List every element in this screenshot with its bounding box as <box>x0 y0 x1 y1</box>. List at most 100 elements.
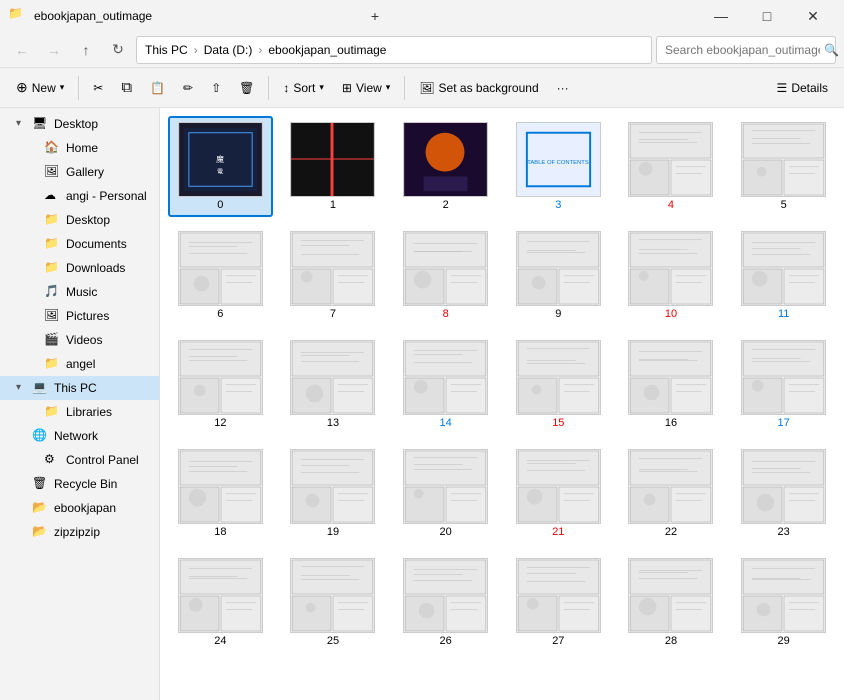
address-segment-datad: Data (D:) <box>204 43 253 57</box>
view-button[interactable]: ⊞ View ▾ <box>334 72 398 104</box>
thumbnail-item[interactable]: 24 <box>168 552 273 653</box>
thumbnail-item[interactable]: 9 <box>506 225 611 326</box>
cut-button[interactable]: ✂ <box>85 72 111 104</box>
svg-text:電: 電 <box>217 169 223 176</box>
search-input[interactable] <box>665 43 820 57</box>
sidebar-label: Music <box>66 285 97 299</box>
address-segment-folder: ebookjapan_outimage <box>268 43 386 57</box>
sidebar-item-controlpanel[interactable]: ⚙Control Panel <box>0 448 159 472</box>
thumbnail-item[interactable]: 6 <box>168 225 273 326</box>
window-title: ebookjapan_outimage <box>34 9 352 23</box>
sidebar-item-documents[interactable]: 📁Documents <box>0 232 159 256</box>
gallery-icon: 🖼 <box>44 164 60 180</box>
documents-icon: 📁 <box>44 236 60 252</box>
back-button[interactable]: ← <box>8 36 36 64</box>
svg-text:魔: 魔 <box>216 154 224 164</box>
address-bar[interactable]: This PC › Data (D:) › ebookjapan_outimag… <box>136 36 652 64</box>
sidebar-item-thispc[interactable]: ▾💻This PC <box>0 376 159 400</box>
minimize-button[interactable]: — <box>698 0 744 32</box>
thumbnail-item[interactable]: TABLE OF CONTENTS 3 <box>506 116 611 217</box>
close-button[interactable]: ✕ <box>790 0 836 32</box>
thumbnail-image <box>403 340 488 415</box>
thumbnail-item[interactable]: 28 <box>619 552 724 653</box>
thumbnail-label: 9 <box>555 308 561 320</box>
refresh-button[interactable]: ↻ <box>104 36 132 64</box>
sidebar-item-pictures[interactable]: 🖼Pictures <box>0 304 159 328</box>
rename-button[interactable]: ✏ <box>175 72 201 104</box>
sidebar-item-gallery[interactable]: 🖼Gallery <box>0 160 159 184</box>
more-options-button[interactable]: ··· <box>549 72 577 104</box>
sidebar-label: Libraries <box>66 405 112 419</box>
thumbnail-item[interactable]: 4 <box>619 116 724 217</box>
sidebar-item-desktop2[interactable]: 📁Desktop <box>0 208 159 232</box>
maximize-button[interactable]: □ <box>744 0 790 32</box>
content-area: 魔 電 0 1 2 TABLE OF CONTENTS 3 <box>160 108 844 700</box>
thumbnail-item[interactable]: 魔 電 0 <box>168 116 273 217</box>
thumbnail-item[interactable]: 25 <box>281 552 386 653</box>
thumbnail-image <box>516 558 601 633</box>
thumbnail-item[interactable]: 16 <box>619 334 724 435</box>
thumbnail-item[interactable]: 14 <box>393 334 498 435</box>
sidebar-item-zipzipzip[interactable]: 📂 zipzipzip <box>0 520 159 544</box>
thumbnail-item[interactable]: 29 <box>731 552 836 653</box>
details-button[interactable]: ☰ Details <box>769 72 836 104</box>
thumbnail-item[interactable]: 7 <box>281 225 386 326</box>
sidebar-item-ebookjapan[interactable]: 📂ebookjapan <box>0 496 159 520</box>
thumbnail-item[interactable]: 20 <box>393 443 498 544</box>
share-button[interactable]: ⇧ <box>203 72 229 104</box>
delete-button[interactable]: 🗑 <box>231 72 262 104</box>
thumbnail-label: 23 <box>778 526 790 538</box>
search-bar[interactable]: 🔍 <box>656 36 836 64</box>
thumbnail-item[interactable]: 17 <box>731 334 836 435</box>
thumbnail-item[interactable]: 10 <box>619 225 724 326</box>
thumbnail-item[interactable]: 19 <box>281 443 386 544</box>
thumbnail-item[interactable]: 15 <box>506 334 611 435</box>
sidebar-label: Pictures <box>66 309 109 323</box>
svg-text:TABLE OF CONTENTS: TABLE OF CONTENTS <box>527 160 589 166</box>
thumbnail-item[interactable]: 18 <box>168 443 273 544</box>
sidebar-item-home[interactable]: 🏠Home <box>0 136 159 160</box>
desktop2-icon: 📁 <box>44 212 60 228</box>
sidebar-item-angi[interactable]: ☁angi - Personal <box>0 184 159 208</box>
zipzipzip-icon: 📂 <box>32 524 48 540</box>
thumbnail-item[interactable]: 22 <box>619 443 724 544</box>
forward-button[interactable]: → <box>40 36 68 64</box>
paste-button[interactable]: 📋 <box>142 72 173 104</box>
thumbnail-item[interactable]: 2 <box>393 116 498 217</box>
thumbnail-item[interactable]: 23 <box>731 443 836 544</box>
new-button[interactable]: ⊕ New ▾ <box>8 72 72 104</box>
sidebar-label: angi - Personal <box>66 189 147 203</box>
sort-chevron-icon: ▾ <box>319 82 324 93</box>
thumbnail-item[interactable]: 26 <box>393 552 498 653</box>
sidebar-label: zipzipzip <box>54 525 100 539</box>
add-tab-button[interactable]: + <box>352 0 398 32</box>
thumbnail-item[interactable]: 27 <box>506 552 611 653</box>
thumbnail-item[interactable]: 12 <box>168 334 273 435</box>
thumbnail-item[interactable]: 21 <box>506 443 611 544</box>
set-background-button[interactable]: 🖼 Set as background <box>411 72 546 104</box>
thumbnail-label: 8 <box>443 308 449 320</box>
sidebar-item-recylebin[interactable]: 🗑Recycle Bin <box>0 472 159 496</box>
thumbnail-item[interactable]: 11 <box>731 225 836 326</box>
thumbnail-item[interactable]: 1 <box>281 116 386 217</box>
copy-button[interactable]: ⧉ <box>113 72 140 104</box>
thumbnail-item[interactable]: 8 <box>393 225 498 326</box>
music-icon: 🎵 <box>44 284 60 300</box>
share-icon: ⇧ <box>211 81 221 95</box>
sidebar-item-libraries[interactable]: 📁Libraries <box>0 400 159 424</box>
sidebar-item-network[interactable]: 🌐Network <box>0 424 159 448</box>
desktop1-icon: 🖥 <box>32 116 48 132</box>
expand-icon: ▾ <box>16 118 28 130</box>
sidebar-item-downloads[interactable]: 📁Downloads <box>0 256 159 280</box>
sidebar-item-angel[interactable]: 📁angel <box>0 352 159 376</box>
thumbnail-label: 11 <box>778 308 789 320</box>
downloads-icon: 📁 <box>44 260 60 276</box>
sidebar-item-videos[interactable]: 🎬Videos <box>0 328 159 352</box>
thumbnail-item[interactable]: 13 <box>281 334 386 435</box>
sidebar-item-desktop1[interactable]: ▾🖥Desktop <box>0 112 159 136</box>
title-bar: 📁 ebookjapan_outimage + — □ ✕ <box>0 0 844 32</box>
sidebar-item-music[interactable]: 🎵 Music <box>0 280 159 304</box>
thumbnail-item[interactable]: 5 <box>731 116 836 217</box>
sort-button[interactable]: ↕ Sort ▾ <box>275 72 332 104</box>
up-button[interactable]: ↑ <box>72 36 100 64</box>
